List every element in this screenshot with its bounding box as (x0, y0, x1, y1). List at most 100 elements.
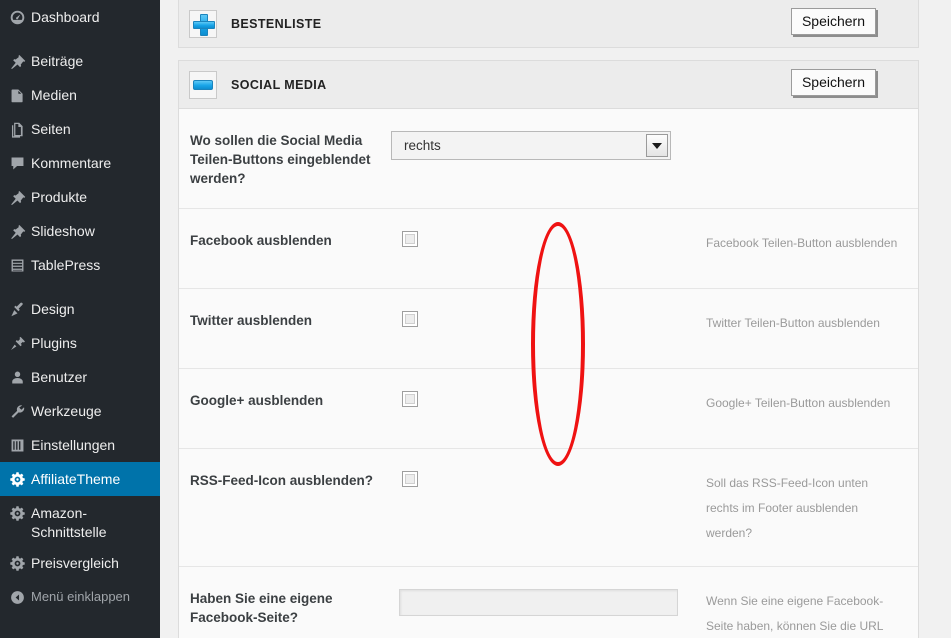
checkbox-twitter-ausblenden[interactable] (402, 311, 418, 327)
row-label: Wo sollen die Social Media Teilen-Button… (179, 131, 391, 188)
settings-row: Twitter ausblenden Twitter Teilen-Button … (179, 289, 918, 369)
settings-row: Google+ ausblendenGoogle+ Teilen-Button … (179, 369, 918, 449)
pin-icon (9, 214, 31, 248)
admin-sidebar: DashboardBeiträgeMedienSeitenKommentareP… (0, 0, 160, 638)
pages-icon (9, 112, 31, 146)
row-label: Haben Sie eine eigene Facebook-Seite? (179, 589, 391, 638)
sidebar-item-einstellungen[interactable]: Einstellungen (0, 428, 160, 462)
select-value: rechts (392, 138, 441, 153)
settings-row: Haben Sie eine eigene Facebook-Seite? Wen… (179, 567, 918, 638)
panel-toggle-bestenliste[interactable] (189, 10, 217, 38)
sidebar-item-plugins[interactable]: Plugins (0, 326, 160, 360)
select-wo-sollen-die-social-media-teilen-butt[interactable]: rechts (391, 131, 671, 160)
pin-icon (9, 44, 31, 78)
sidebar-item-seiten[interactable]: Seiten (0, 112, 160, 146)
sidebar-item-tablepress[interactable]: TablePress (0, 248, 160, 282)
row-field (391, 589, 691, 638)
brush-icon (9, 292, 31, 326)
row-description: Twitter Teilen-Button ausblenden (691, 311, 918, 348)
settings-row: Wo sollen die Social Media Teilen-Button… (179, 109, 918, 209)
panel-bestenliste: BESTENLISTE Speichern (178, 0, 919, 48)
sidebar-collapse-button[interactable]: Menü einklappen (0, 580, 160, 614)
user-icon (9, 360, 31, 394)
gear-icon (9, 462, 31, 496)
sidebar-item-kommentare[interactable]: Kommentare (0, 146, 160, 180)
comment-icon (9, 146, 31, 180)
sidebar-collapse-label: Menü einklappen (31, 580, 130, 614)
main-content: BESTENLISTE Speichern SOCIAL MEDIA Speic… (160, 0, 951, 638)
checkbox-rss-feed-icon-ausblenden[interactable] (402, 471, 418, 487)
sidebar-item-label: Plugins (31, 326, 77, 360)
sidebar-item-medien[interactable]: Medien (0, 78, 160, 112)
row-description (691, 131, 918, 188)
sidebar-item-label: Benutzer (31, 360, 87, 394)
sidebar-item-slideshow[interactable]: Slideshow (0, 214, 160, 248)
sidebar-item-label: AffiliateTheme (31, 462, 120, 496)
row-field (391, 311, 691, 348)
sidebar-item-label: TablePress (31, 248, 100, 282)
row-description: Facebook Teilen-Button ausblenden (691, 231, 918, 268)
sidebar-item-label: Dashboard (31, 0, 100, 34)
sidebar-item-dashboard[interactable]: Dashboard (0, 0, 160, 34)
checkbox-google-ausblenden[interactable] (402, 391, 418, 407)
sidebar-item-amazon-schnittstelle[interactable]: Amazon- Schnittstelle (0, 496, 160, 546)
sidebar-item-design[interactable]: Design (0, 292, 160, 326)
table-icon (9, 248, 31, 282)
sidebar-item-label: Beiträge (31, 44, 83, 78)
sliders-icon (9, 428, 31, 462)
row-description: Wenn Sie eine eigene Facebook-Seite habe… (691, 589, 918, 638)
minus-icon (193, 80, 213, 90)
wrench-icon (9, 394, 31, 428)
row-label: Facebook ausblenden (179, 231, 391, 268)
panel-header-social-media[interactable]: SOCIAL MEDIA Speichern (179, 61, 918, 109)
plus-icon (193, 14, 213, 34)
row-label: Twitter ausblenden (179, 311, 391, 348)
panel-header-bestenliste[interactable]: BESTENLISTE Speichern (179, 0, 918, 48)
sidebar-item-werkzeuge[interactable]: Werkzeuge (0, 394, 160, 428)
settings-rows: Wo sollen die Social Media Teilen-Button… (179, 109, 918, 638)
sidebar-item-label: Einstellungen (31, 428, 115, 462)
sidebar-item-produkte[interactable]: Produkte (0, 180, 160, 214)
panel-toggle-social-media[interactable] (189, 71, 217, 99)
collapse-arrow-icon (9, 580, 31, 614)
media-icon (9, 78, 31, 112)
sidebar-item-benutzer[interactable]: Benutzer (0, 360, 160, 394)
settings-row: Facebook ausblenden Facebook Teilen-Butto… (179, 209, 918, 289)
sidebar-item-preisvergleich[interactable]: Preisvergleich (0, 546, 160, 580)
row-description: Soll das RSS-Feed-Icon unten rechts im F… (691, 471, 918, 546)
gear-icon (9, 496, 31, 530)
panel-social-media: SOCIAL MEDIA Speichern Wo sollen die Soc… (178, 60, 919, 638)
pin-icon (9, 180, 31, 214)
sidebar-item-label: Design (31, 292, 75, 326)
sidebar-item-beitr-ge[interactable]: Beiträge (0, 44, 160, 78)
gear-icon (9, 546, 31, 580)
sidebar-item-label: Kommentare (31, 146, 111, 180)
row-description: Google+ Teilen-Button ausblenden (691, 391, 918, 428)
row-label: RSS-Feed-Icon ausblenden? (179, 471, 391, 546)
sidebar-item-label: Slideshow (31, 214, 95, 248)
save-button-bestenliste[interactable]: Speichern (791, 8, 876, 35)
sidebar-separator (0, 282, 160, 292)
sidebar-item-label: Medien (31, 78, 77, 112)
sidebar-item-label: Amazon- Schnittstelle (31, 496, 106, 542)
sidebar-item-label: Seiten (31, 112, 71, 146)
sidebar-item-affiliatetheme[interactable]: AffiliateTheme (0, 462, 160, 496)
save-button-social-media[interactable]: Speichern (791, 69, 876, 96)
admin-screen: DashboardBeiträgeMedienSeitenKommentareP… (0, 0, 951, 638)
sidebar-item-label: Werkzeuge (31, 394, 102, 428)
panel-title-bestenliste: BESTENLISTE (231, 17, 322, 31)
sidebar-separator (0, 34, 160, 44)
row-field (391, 231, 691, 268)
row-field: rechts (391, 131, 691, 188)
checkbox-facebook-ausblenden[interactable] (402, 231, 418, 247)
sidebar-item-label: Produkte (31, 180, 87, 214)
row-field (391, 391, 691, 428)
dashboard-icon (9, 0, 31, 34)
chevron-down-icon[interactable] (646, 134, 668, 157)
sidebar-item-label: Preisvergleich (31, 546, 119, 580)
plug-icon (9, 326, 31, 360)
settings-row: RSS-Feed-Icon ausblenden? Soll das RSS-Fe… (179, 449, 918, 567)
row-field (391, 471, 691, 546)
text-input-haben-sie-eine-eigene-facebook-seite[interactable] (399, 589, 678, 616)
panel-title-social-media: SOCIAL MEDIA (231, 78, 327, 92)
